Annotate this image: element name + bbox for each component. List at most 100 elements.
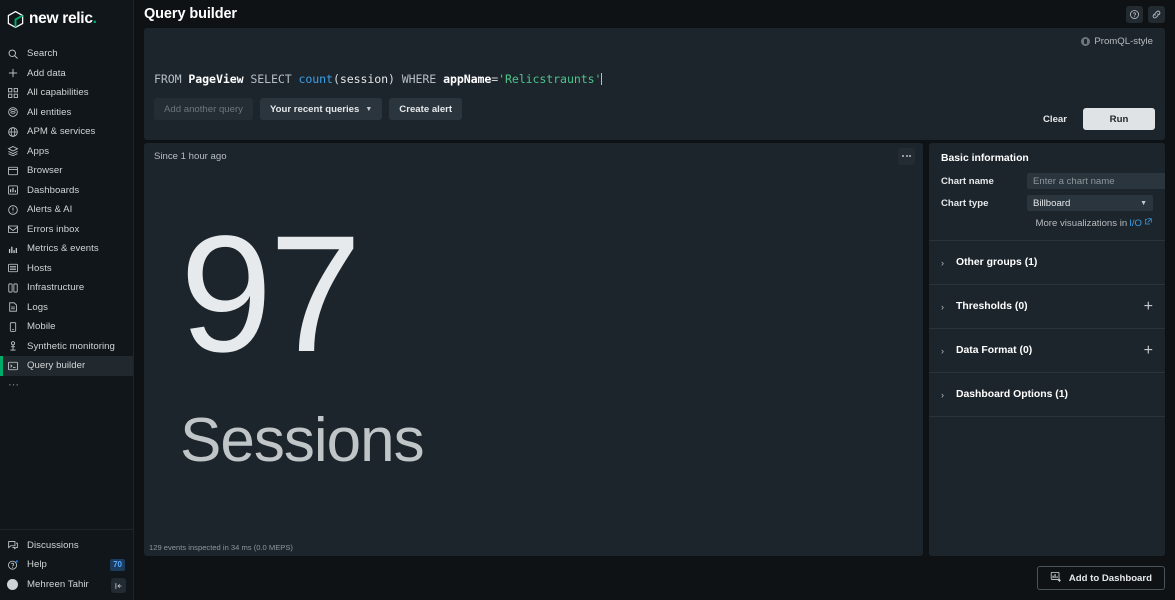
app-root: new relic. Search Add data All capabilit… <box>0 0 1175 600</box>
hosts-icon <box>6 262 19 275</box>
alert-icon <box>6 203 19 216</box>
billboard-label: Sessions <box>180 406 425 475</box>
chevron-right-icon: › <box>941 389 944 400</box>
sidebar-item-metrics-events[interactable]: Metrics & events <box>0 239 133 259</box>
sidebar-item-label: All entities <box>27 106 72 118</box>
chevron-down-icon: ▼ <box>365 105 373 113</box>
sidebar-nav: Search Add data All capabilities All ent… <box>0 44 133 394</box>
sidebar-item-label: Browser <box>27 165 63 177</box>
more-visualizations-label: More visualizations in <box>1035 217 1128 229</box>
sidebar-item-search[interactable]: Search <box>0 44 133 64</box>
sidebar: new relic. Search Add data All capabilit… <box>0 0 134 600</box>
plus-icon <box>6 67 19 80</box>
query-run-actions: Clear Run <box>1035 108 1155 130</box>
page-title: Query builder <box>144 6 237 22</box>
query-panel: PromQL-style FROM PageView SELECT count(… <box>144 28 1165 140</box>
add-to-dashboard-label: Add to Dashboard <box>1068 572 1152 584</box>
recent-queries-label: Your recent queries <box>269 103 360 115</box>
sidebar-item-label: Query builder <box>27 360 86 372</box>
create-alert-button[interactable]: Create alert <box>389 98 463 120</box>
sidebar-item-logs[interactable]: Logs <box>0 298 133 318</box>
sidebar-item-query-builder[interactable]: Query builder <box>0 356 133 376</box>
sidebar-item-label: Dashboards <box>27 184 80 196</box>
add-another-query-button[interactable]: Add another query <box>154 98 253 120</box>
bars-icon <box>6 242 19 255</box>
sidebar-item-synthetic-monitoring[interactable]: Synthetic monitoring <box>0 337 133 357</box>
help-circle-icon[interactable] <box>1126 5 1143 23</box>
sidebar-item-errors-inbox[interactable]: Errors inbox <box>0 220 133 240</box>
more-options-icon[interactable] <box>898 147 915 165</box>
sidebar-item-all-capabilities[interactable]: All capabilities <box>0 83 133 103</box>
accordion-thresholds[interactable]: › Thresholds (0) + <box>929 285 1165 329</box>
query-actions: Add another query Your recent queries ▼ … <box>154 98 1155 120</box>
add-data-format-icon[interactable]: + <box>1144 342 1153 359</box>
nrql-query-input[interactable]: FROM PageView SELECT count(session) WHER… <box>154 72 1155 86</box>
sidebar-item-label: Add data <box>27 67 66 79</box>
promql-style-toggle[interactable]: PromQL-style <box>1081 36 1153 47</box>
help-badge: 70 <box>110 558 125 571</box>
collapse-panel-icon[interactable] <box>111 578 126 593</box>
sidebar-item-label: Search <box>27 48 58 60</box>
sidebar-item-mobile[interactable]: Mobile <box>0 317 133 337</box>
sidebar-item-label: Errors inbox <box>27 223 80 235</box>
clear-button[interactable]: Clear <box>1035 108 1075 130</box>
sidebar-item-discussions[interactable]: Discussions <box>0 536 133 556</box>
main-content: Query builder PromQL-style FROM PageView… <box>134 0 1175 600</box>
sidebar-item-apps[interactable]: Apps <box>0 142 133 162</box>
time-range-label: Since 1 hour ago <box>154 150 227 162</box>
avatar <box>6 578 19 591</box>
run-button[interactable]: Run <box>1083 108 1155 130</box>
chart-name-label: Chart name <box>941 175 994 187</box>
add-to-dashboard-button[interactable]: Add to Dashboard <box>1036 566 1165 590</box>
sidebar-item-apm-services[interactable]: APM & services <box>0 122 133 142</box>
sidebar-item-label: Infrastructure <box>27 282 85 294</box>
accordion-dashboard-options[interactable]: › Dashboard Options (1) <box>929 373 1165 417</box>
sidebar-item-alerts-ai[interactable]: Alerts & AI <box>0 200 133 220</box>
globe-icon <box>6 125 19 138</box>
external-link-icon <box>1144 217 1153 229</box>
accordion-other-groups[interactable]: › Other groups (1) <box>929 241 1165 285</box>
sidebar-item-label: Hosts <box>27 262 52 274</box>
chevron-down-icon: ▼ <box>1140 199 1147 207</box>
query-token: 'Relicstraunts' <box>498 72 602 86</box>
sidebar-item-infrastructure[interactable]: Infrastructure <box>0 278 133 298</box>
sidebar-item-browser[interactable]: Browser <box>0 161 133 181</box>
text-caret <box>601 73 603 85</box>
chart-type-select[interactable]: Billboard ▼ <box>1027 195 1153 211</box>
billboard-chart: 97 Sessions <box>144 169 923 538</box>
dashboard-icon <box>6 184 19 197</box>
io-link[interactable]: I/O <box>1129 218 1142 229</box>
sidebar-more-button[interactable]: ⋯ <box>0 376 133 394</box>
add-dashboard-icon <box>1050 571 1062 586</box>
sidebar-item-all-entities[interactable]: All entities <box>0 103 133 123</box>
search-icon <box>6 47 19 60</box>
query-token: appName <box>443 72 492 86</box>
page-footer: Add to Dashboard <box>134 556 1175 600</box>
chart-name-input[interactable] <box>1027 173 1165 189</box>
sidebar-item-dashboards[interactable]: Dashboards <box>0 181 133 201</box>
entities-icon <box>6 106 19 119</box>
grid-icon <box>6 86 19 99</box>
sidebar-item-label: Logs <box>27 301 49 313</box>
logs-icon <box>6 301 19 314</box>
query-stats-label: 129 events inspected in 34 ms (0.0 MEPS) <box>149 542 293 552</box>
sidebar-item-help[interactable]: Help 70 <box>0 555 133 575</box>
sidebar-item-label: All capabilities <box>27 87 89 99</box>
query-token: session <box>339 72 388 86</box>
mobile-icon <box>6 320 19 333</box>
basic-information-title: Basic information <box>941 153 1029 164</box>
accordion-data-format[interactable]: › Data Format (0) + <box>929 329 1165 373</box>
chart-type-value: Billboard <box>1033 197 1071 209</box>
link-icon[interactable] <box>1148 5 1165 23</box>
brand-logo[interactable]: new relic. <box>0 4 133 34</box>
recent-queries-button[interactable]: Your recent queries ▼ <box>259 98 383 120</box>
sidebar-item-hosts[interactable]: Hosts <box>0 259 133 279</box>
sidebar-item-label: Discussions <box>27 539 79 551</box>
chevron-right-icon: › <box>941 345 944 356</box>
sidebar-item-add-data[interactable]: Add data <box>0 64 133 84</box>
chart-config-panel: Basic information Chart name Chart type … <box>929 143 1165 556</box>
query-token: ( <box>332 72 340 86</box>
add-threshold-icon[interactable]: + <box>1144 298 1153 315</box>
chevron-right-icon: › <box>941 301 944 312</box>
